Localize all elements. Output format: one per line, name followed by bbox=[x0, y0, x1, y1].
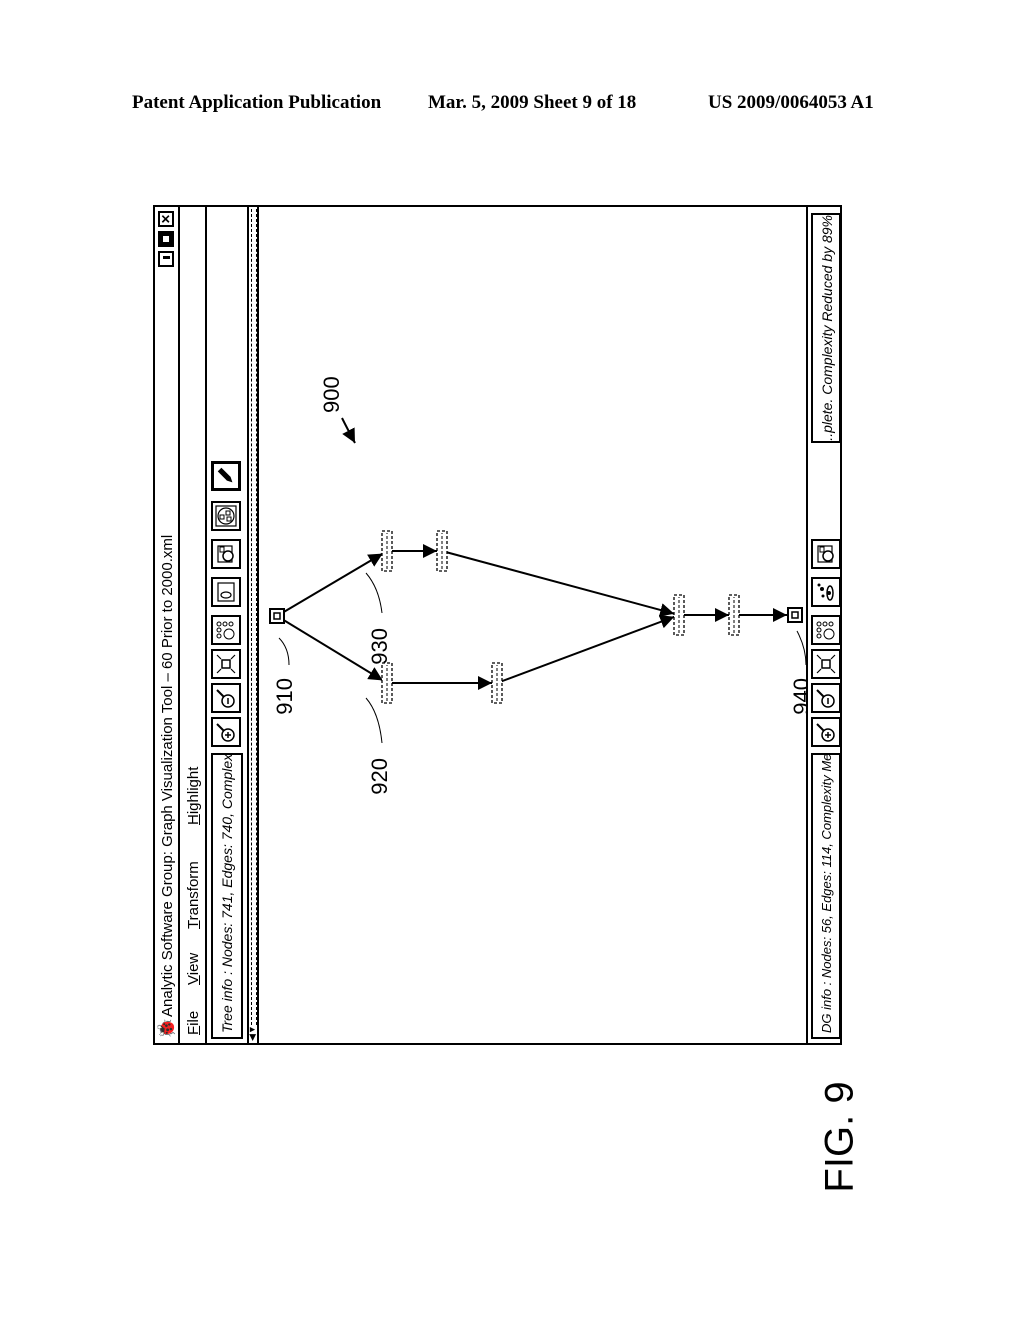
node-layout-icon bbox=[216, 621, 235, 640]
menu-file-mnemonic: F bbox=[185, 1025, 202, 1035]
network-view-button[interactable] bbox=[211, 501, 241, 531]
horizontal-scrollbar[interactable]: ◀▼ bbox=[247, 207, 259, 1043]
camera-icon bbox=[817, 545, 834, 563]
status-bar: DG info : Nodes: 56, Edges: 114, Complex… bbox=[806, 207, 844, 1043]
zoom-out-icon bbox=[216, 689, 235, 708]
menu-transform[interactable]: Transform bbox=[185, 861, 202, 929]
root-node[interactable] bbox=[269, 608, 285, 624]
menu-highlight-rest: ighlight bbox=[185, 766, 202, 815]
node-layout-icon bbox=[816, 621, 835, 640]
callout-leader-940 bbox=[796, 630, 807, 666]
graph-svg: 910 920 930 940 900 bbox=[269, 376, 814, 795]
menu-view[interactable]: View bbox=[185, 953, 202, 985]
callout-leader-910 bbox=[278, 637, 290, 666]
publication-title: Patent Application Publication bbox=[132, 92, 382, 113]
figure-ref-arrow bbox=[341, 417, 356, 444]
zoom-in-icon bbox=[216, 723, 235, 742]
callout-910: 910 bbox=[272, 678, 297, 715]
callout-920: 920 bbox=[367, 758, 392, 795]
menu-transform-rest: ransform bbox=[185, 861, 202, 921]
status-fit-to-window-button[interactable] bbox=[811, 649, 841, 679]
branch-node-b2[interactable] bbox=[436, 530, 448, 572]
branch-node-a2[interactable] bbox=[491, 662, 503, 704]
menu-bar: File View Transform Highlight bbox=[180, 207, 207, 1043]
edit-pencil-button[interactable] bbox=[211, 461, 241, 491]
tree-info-field: Tree info : Nodes: 741, Edges: 740, Comp… bbox=[211, 753, 243, 1039]
menu-file-rest: ile bbox=[185, 1010, 202, 1026]
menu-view-mnemonic: V bbox=[185, 975, 202, 985]
pencil-icon bbox=[217, 467, 233, 483]
maximize-button[interactable] bbox=[158, 231, 174, 247]
dg-info-field: DG info : Nodes: 56, Edges: 114, Complex… bbox=[811, 753, 841, 1039]
scroll-arrows-icon[interactable]: ◀▼ bbox=[247, 1025, 258, 1041]
close-icon: ✕ bbox=[159, 213, 173, 225]
callout-930: 930 bbox=[367, 628, 392, 665]
graph-canvas[interactable]: 910 920 930 940 900 bbox=[259, 207, 814, 1043]
minimize-button[interactable] bbox=[158, 251, 174, 267]
app-window: 🐞 Analytic Software Group: Graph Visuali… bbox=[153, 205, 844, 1045]
publication-number: US 2009/0064053 A1 bbox=[708, 92, 874, 113]
branch-node-b1[interactable] bbox=[381, 530, 393, 572]
zoom-in-icon bbox=[816, 723, 835, 742]
app-bug-icon: 🐞 bbox=[157, 1017, 176, 1039]
graph-edge[interactable] bbox=[441, 550, 675, 617]
branch-node-a1[interactable] bbox=[381, 662, 393, 704]
menu-highlight[interactable]: Highlight bbox=[185, 767, 202, 825]
zoom-out-button[interactable] bbox=[211, 683, 241, 713]
publication-date-sheet: Mar. 5, 2009 Sheet 9 of 18 bbox=[428, 92, 637, 113]
sink-node[interactable] bbox=[787, 607, 803, 623]
merge-node[interactable] bbox=[673, 594, 685, 636]
menu-transform-mnemonic: T bbox=[185, 920, 202, 929]
menu-view-rest: iew bbox=[185, 952, 202, 976]
node-layout-button[interactable] bbox=[211, 615, 241, 645]
scroll-track[interactable] bbox=[251, 209, 257, 1025]
status-camera-export-button[interactable] bbox=[811, 539, 841, 569]
single-node-icon bbox=[217, 582, 235, 602]
fit-to-window-icon bbox=[216, 654, 236, 674]
status-message: ...plete. Complexity Reduced by 89% bbox=[811, 213, 841, 443]
cluster-view-button[interactable] bbox=[811, 577, 841, 607]
pre-sink-node[interactable] bbox=[728, 594, 740, 636]
figure-ref-label: 900 bbox=[319, 376, 344, 413]
zoom-out-icon bbox=[816, 689, 835, 708]
figure-label-text: FIG. 9 bbox=[817, 1081, 862, 1193]
callout-leader-930 bbox=[365, 572, 383, 614]
close-button[interactable]: ✕ bbox=[158, 211, 174, 227]
network-icon bbox=[215, 505, 237, 527]
status-node-layout-button[interactable] bbox=[811, 615, 841, 645]
figure-label: FIG. 9 bbox=[800, 1081, 880, 1192]
camera-icon bbox=[217, 545, 234, 563]
status-zoom-out-button[interactable] bbox=[811, 683, 841, 713]
fit-to-window-icon bbox=[816, 654, 836, 674]
zoom-in-button[interactable] bbox=[211, 717, 241, 747]
single-node-button[interactable] bbox=[211, 577, 241, 607]
fit-to-window-button[interactable] bbox=[211, 649, 241, 679]
menu-file[interactable]: File bbox=[185, 1011, 202, 1035]
menu-highlight-mnemonic: H bbox=[185, 814, 202, 825]
graph-edge[interactable] bbox=[496, 615, 675, 684]
title-bar[interactable]: 🐞 Analytic Software Group: Graph Visuali… bbox=[155, 207, 180, 1043]
graph-edge[interactable] bbox=[276, 552, 384, 617]
camera-export-button[interactable] bbox=[211, 539, 241, 569]
callout-leader-920 bbox=[365, 697, 383, 744]
cluster-icon bbox=[817, 583, 834, 601]
status-message-text: ...plete. Complexity Reduced by 89% bbox=[819, 215, 835, 443]
toolbar: Tree info : Nodes: 741, Edges: 740, Comp… bbox=[207, 207, 249, 1043]
callout-940: 940 bbox=[789, 678, 807, 715]
window-title: Analytic Software Group: Graph Visualiza… bbox=[159, 534, 176, 1017]
status-zoom-in-button[interactable] bbox=[811, 717, 841, 747]
